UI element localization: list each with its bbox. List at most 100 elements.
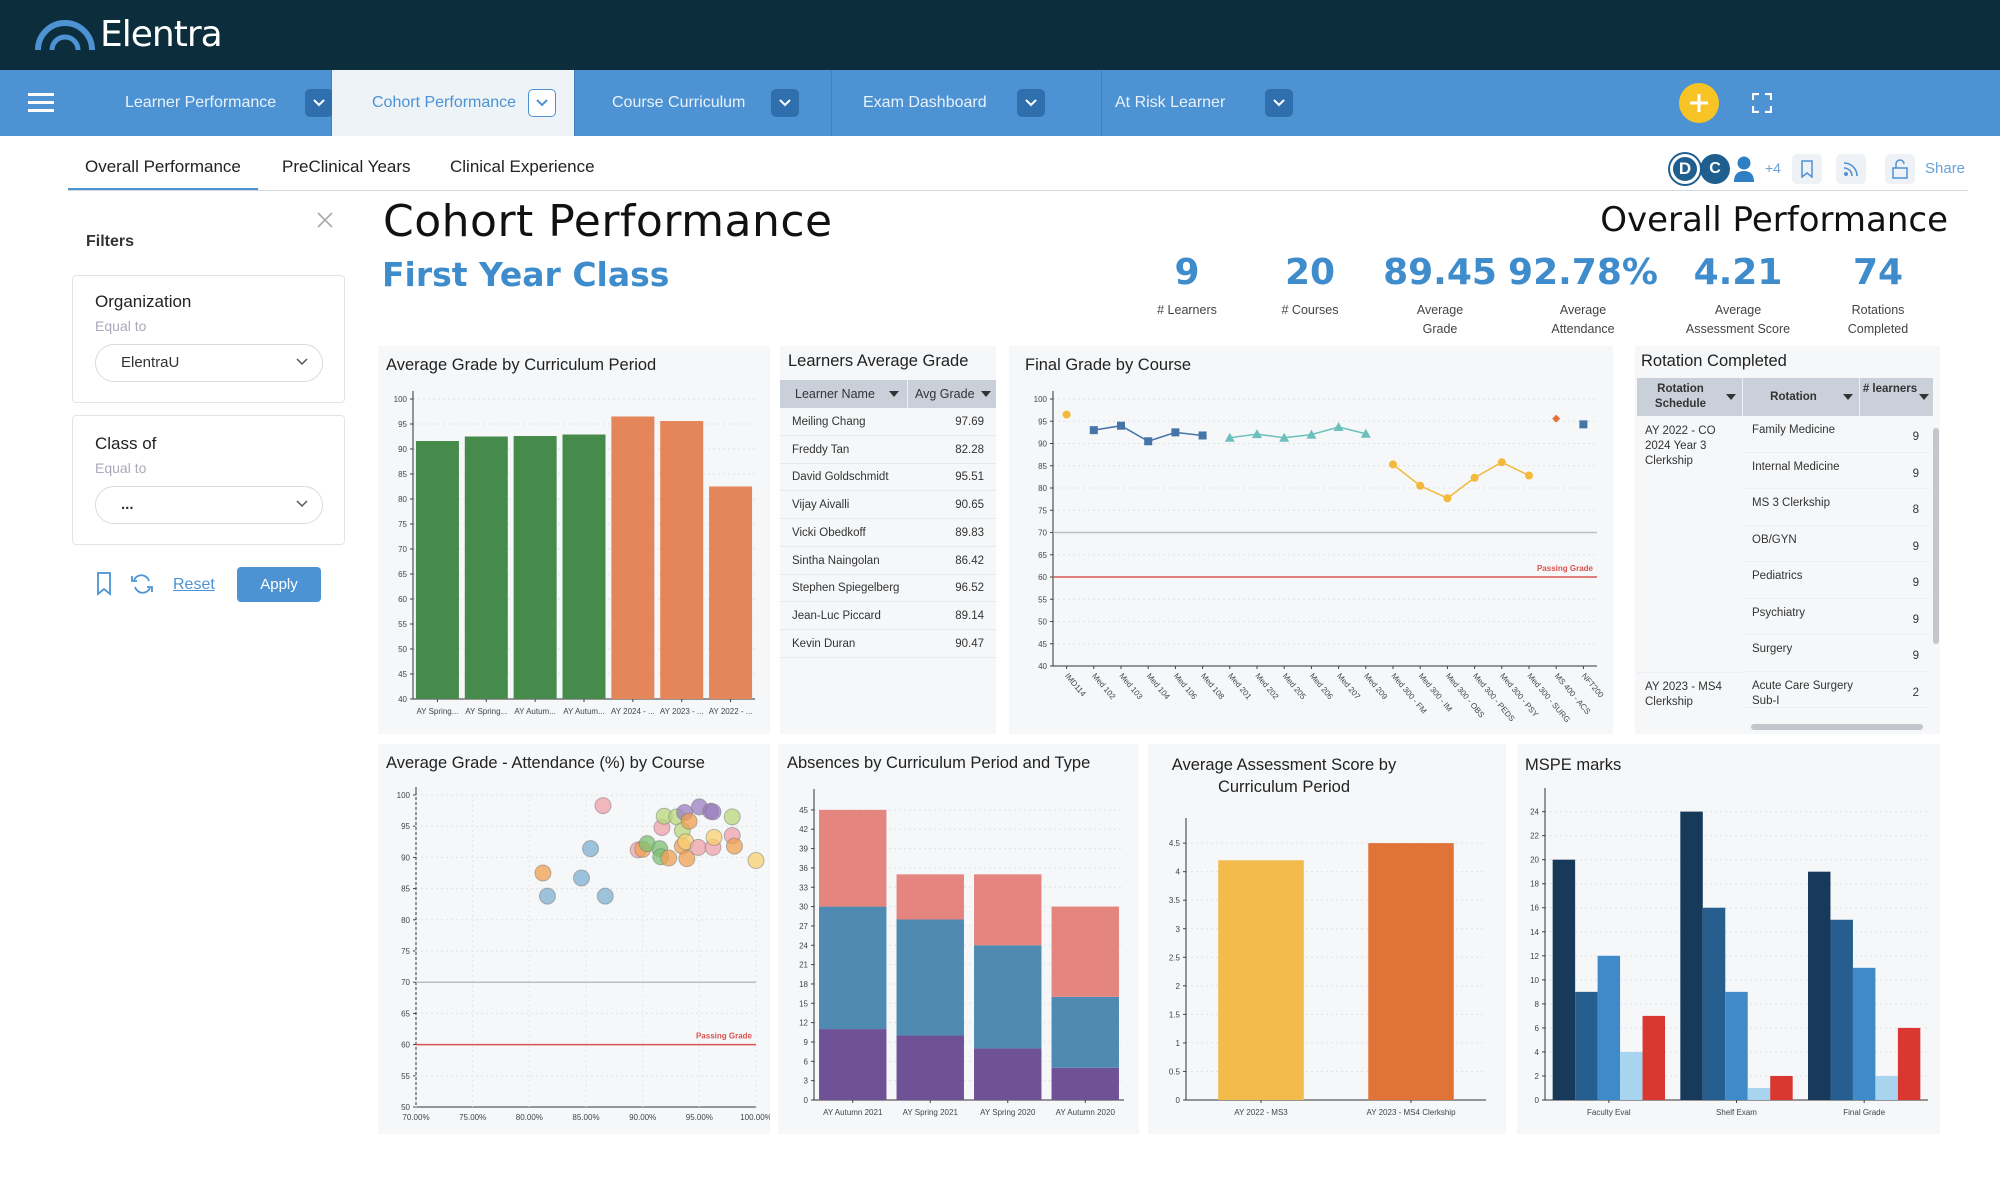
bar <box>1218 860 1304 1100</box>
lock-button[interactable] <box>1885 154 1915 184</box>
apply-button[interactable]: Apply <box>237 567 321 602</box>
user-icon[interactable] <box>1733 155 1755 183</box>
y-tick-label: 15 <box>799 999 808 1008</box>
table-row[interactable]: David Goldschmidt 95.51 <box>780 463 996 492</box>
data-point <box>582 840 600 858</box>
y-tick-label: 3.5 <box>1169 896 1181 905</box>
table-row[interactable]: Meiling Chang 97.69 <box>780 408 996 436</box>
more-users-count[interactable]: +4 <box>1765 160 1781 176</box>
nav-dropdown-button[interactable] <box>1265 89 1293 117</box>
column-header-learners[interactable]: # learners <box>1861 378 1933 416</box>
x-tick-label: Med 106 <box>1172 672 1199 702</box>
table-row[interactable]: Acute Care Surgery Sub-I 2 <box>1744 672 1929 708</box>
tab-clinical-experience[interactable]: Clinical Experience <box>450 157 595 177</box>
table-row[interactable]: Psychiatry 9 <box>1744 599 1929 635</box>
table-row[interactable]: Surgery 9 <box>1744 635 1929 672</box>
rss-icon <box>1843 162 1858 177</box>
table-row[interactable]: Jean-Luc Piccard 89.14 <box>780 602 996 630</box>
table-row[interactable]: Freddy Tan 82.28 <box>780 436 996 464</box>
nav-dropdown-button[interactable] <box>771 89 799 117</box>
data-point <box>1062 410 1071 419</box>
filter-operator: Equal to <box>95 460 147 476</box>
nav-dropdown-button[interactable] <box>305 89 333 117</box>
table-row[interactable]: Internal Medicine 9 <box>1744 453 1929 489</box>
nav-tab-exam-dashboard[interactable]: Exam Dashboard <box>832 70 1102 136</box>
table-row[interactable]: OB/GYN 9 <box>1744 526 1929 562</box>
data-point <box>1117 421 1125 430</box>
nav-tab-at-risk-learner[interactable]: At Risk Learner <box>1102 70 1302 136</box>
y-tick-label: 55 <box>401 1072 410 1081</box>
y-tick-label: 50 <box>1038 618 1047 627</box>
y-tick-label: 45 <box>799 806 808 815</box>
table-row[interactable]: Family Medicine 9 <box>1744 416 1929 453</box>
horizontal-scrollbar[interactable] <box>1751 724 1923 730</box>
section-title: Overall Performance <box>1600 200 1948 240</box>
tab-overall-performance[interactable]: Overall Performance <box>85 157 241 177</box>
table-row[interactable]: MS 3 Clerkship 8 <box>1744 489 1929 526</box>
class-of-select[interactable]: ... <box>95 486 323 524</box>
fullscreen-icon[interactable] <box>1752 93 1772 113</box>
table-row[interactable]: Pediatrics 9 <box>1744 562 1929 599</box>
column-header-learner-name[interactable]: Learner Name <box>780 380 908 408</box>
bar-segment <box>974 874 1042 946</box>
column-header-rotation[interactable]: Rotation <box>1744 378 1860 416</box>
y-tick-label: 100 <box>394 395 408 404</box>
refresh-icon[interactable] <box>130 573 154 595</box>
vertical-scrollbar[interactable] <box>1933 428 1939 644</box>
learner-count: 9 <box>1912 431 1919 443</box>
kpi-value: 20 <box>1284 252 1336 293</box>
column-header-rotation-schedule[interactable]: Rotation Schedule <box>1637 378 1743 416</box>
bar <box>611 416 655 699</box>
x-tick-label: Med 103 <box>1117 672 1144 702</box>
table-row[interactable]: Sintha Naingolan 86.42 <box>780 547 996 575</box>
organization-select[interactable]: ElentraU <box>95 344 323 382</box>
avg-grade: 90.47 <box>955 637 984 650</box>
close-filters-icon[interactable] <box>316 211 334 229</box>
table-row[interactable]: Vijay Aivalli 90.65 <box>780 491 996 520</box>
y-tick-label: 2.5 <box>1169 953 1181 962</box>
y-tick-label: 50 <box>401 1103 410 1112</box>
table-row[interactable]: Vicki Obedkoff 89.83 <box>780 519 996 547</box>
avatar[interactable]: C <box>1700 154 1730 184</box>
bar-segment <box>819 1029 887 1100</box>
rss-button[interactable] <box>1836 154 1866 184</box>
data-point <box>1497 458 1506 467</box>
bar <box>464 436 508 699</box>
select-value: ... <box>121 496 134 513</box>
nav-dropdown-button[interactable] <box>528 89 556 117</box>
nav-tab-label: At Risk Learner <box>1115 94 1226 111</box>
nav-tab-cohort-performance[interactable]: Cohort Performance <box>332 70 575 136</box>
y-tick-label: 75 <box>1038 506 1047 515</box>
nav-tab-label: Learner Performance <box>125 94 277 111</box>
column-header-avg-grade[interactable]: Avg Grade <box>909 380 996 408</box>
learner-count: 9 <box>1912 540 1919 553</box>
table-title: Learners Average Grade <box>788 352 969 370</box>
y-tick-label: 16 <box>1530 904 1539 913</box>
hamburger-menu-icon[interactable] <box>28 92 54 114</box>
tab-preclinical-years[interactable]: PreClinical Years <box>282 157 411 177</box>
series-line <box>1392 461 1530 500</box>
bar-segment <box>896 874 964 920</box>
nav-dropdown-button[interactable] <box>1017 89 1045 117</box>
save-filter-bookmark-icon[interactable] <box>96 572 112 596</box>
share-button[interactable]: Share <box>1925 160 1965 177</box>
nav-tab-learner-performance[interactable]: Learner Performance <box>72 70 333 136</box>
data-point <box>660 849 678 867</box>
y-tick-label: 9 <box>804 1038 809 1047</box>
y-tick-label: 8 <box>1535 1000 1540 1009</box>
x-tick-label: AY Autumn 2021 <box>823 1108 883 1117</box>
nav-tab-course-curriculum[interactable]: Course Curriculum <box>575 70 832 136</box>
chevron-down-icon <box>296 500 308 508</box>
reset-link[interactable]: Reset <box>173 576 215 594</box>
table-row[interactable]: Kevin Duran 90.47 <box>780 630 996 658</box>
bookmark-button[interactable] <box>1792 154 1822 184</box>
table-row[interactable]: Stephen Spiegelberg 96.52 <box>780 574 996 603</box>
avatar[interactable]: D <box>1670 154 1700 184</box>
add-icon[interactable] <box>1679 83 1719 123</box>
avg-grade: 86.42 <box>955 554 984 567</box>
y-tick-label: 95 <box>398 420 407 429</box>
kpi-label: Average Grade <box>1416 303 1464 336</box>
rotation-name: MS 3 Clerkship <box>1752 497 1830 509</box>
y-tick-label: 50 <box>398 645 407 654</box>
x-tick-label: AY Spring 2020 <box>980 1108 1036 1117</box>
